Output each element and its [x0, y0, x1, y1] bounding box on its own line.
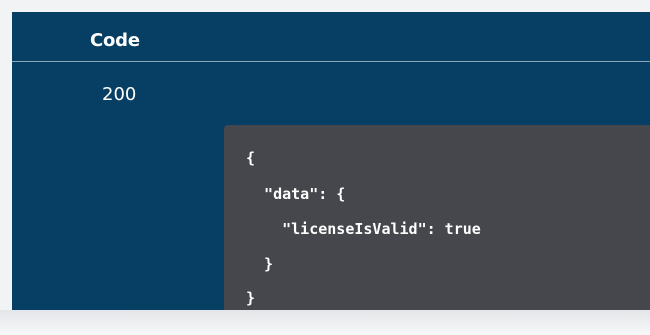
code-line: } — [246, 289, 256, 307]
response-status-code: 200 — [102, 84, 137, 105]
bottom-edge-shadow — [0, 310, 650, 335]
code-line: "licenseIsValid": true — [246, 220, 481, 238]
response-example-code-block[interactable]: { "data": { "licenseIsValid": true } } — [224, 125, 650, 310]
code-line: "data": { — [246, 185, 346, 203]
code-column-header: Code — [90, 30, 140, 51]
responses-table: Code 200 { "data": { "licenseIsValid": t… — [12, 12, 650, 310]
page-background: Code 200 { "data": { "licenseIsValid": t… — [0, 0, 650, 335]
table-header-row: Code — [12, 12, 650, 62]
code-line: { — [246, 149, 256, 167]
code-line: } — [246, 255, 274, 273]
